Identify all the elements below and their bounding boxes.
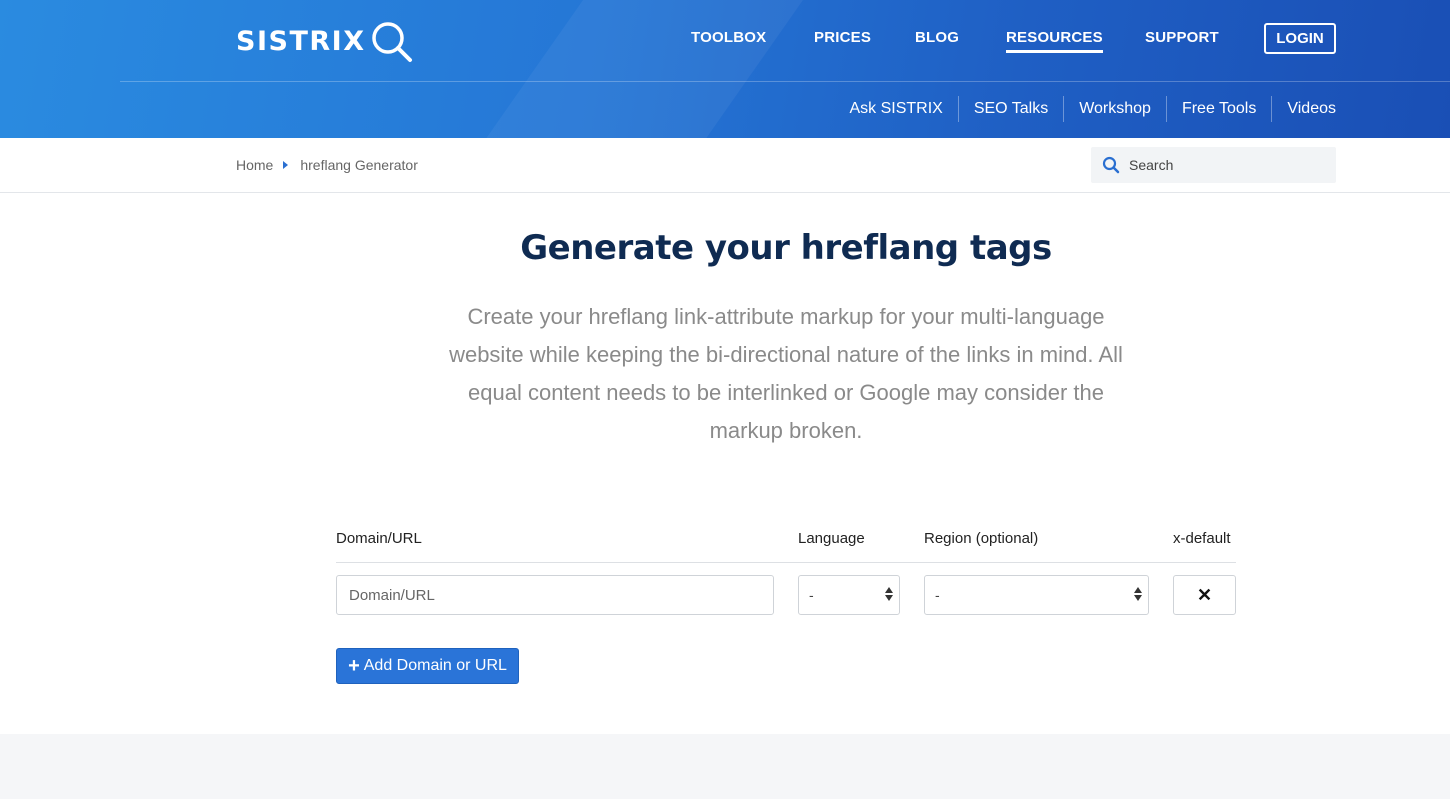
column-header-region: Region (optional) [924, 530, 1039, 547]
breadcrumb: Home hreflang Generator [236, 157, 418, 173]
breadcrumb-arrow-icon [283, 161, 289, 169]
nav-toolbox[interactable]: TOOLBOX [691, 29, 766, 46]
intro-text: Create your hreflang link-attribute mark… [449, 304, 1123, 443]
subnav-seo-talks[interactable]: SEO Talks [957, 96, 1063, 122]
column-header-xdefault: x-default [1173, 530, 1231, 547]
subnav-ask-sistrix[interactable]: Ask SISTRIX [834, 96, 957, 122]
language-select-value: - [809, 587, 814, 603]
subnav-workshop[interactable]: Workshop [1063, 96, 1166, 122]
region-select[interactable]: - [924, 575, 1149, 615]
domain-url-input[interactable] [336, 575, 774, 615]
select-arrows-icon [1134, 587, 1142, 601]
site-header: SISTRIX TOOLBOX PRICES BLOG RESOURCES SU… [0, 0, 1450, 138]
footer-band [0, 734, 1450, 799]
subnav-free-tools[interactable]: Free Tools [1165, 96, 1271, 122]
header-decoration [428, 0, 832, 138]
breadcrumb-current: hreflang Generator [300, 157, 418, 173]
sub-nav: Ask SISTRIX SEO Talks Workshop Free Tool… [834, 96, 1336, 122]
nav-blog[interactable]: BLOG [915, 29, 959, 46]
main-nav: TOOLBOX PRICES BLOG RESOURCES SUPPORT [0, 29, 1450, 59]
column-header-language: Language [798, 530, 865, 547]
select-arrows-icon [885, 587, 893, 601]
breadcrumb-home[interactable]: Home [236, 157, 273, 173]
language-select[interactable]: - [798, 575, 900, 615]
nav-resources[interactable]: RESOURCES [1006, 29, 1103, 53]
add-domain-label: Add Domain or URL [363, 657, 507, 674]
region-select-value: - [935, 587, 940, 603]
column-header-domain: Domain/URL [336, 530, 422, 547]
plus-icon: + [348, 655, 360, 677]
add-domain-button[interactable]: + Add Domain or URL [336, 648, 519, 684]
subnav-videos[interactable]: Videos [1271, 96, 1336, 122]
search-input[interactable] [1129, 157, 1319, 173]
xdefault-toggle-button[interactable]: ✕ [1173, 575, 1236, 615]
search-icon[interactable] [1102, 156, 1120, 174]
page-title: Generate your hreflang tags [520, 228, 1052, 268]
header-divider [120, 81, 1450, 82]
nav-support[interactable]: SUPPORT [1145, 29, 1219, 46]
header-divider-line [336, 562, 1236, 563]
close-icon: ✕ [1196, 584, 1213, 605]
search-box[interactable] [1091, 147, 1336, 183]
nav-prices[interactable]: PRICES [814, 29, 871, 46]
login-button[interactable]: LOGIN [1264, 23, 1336, 54]
breadcrumb-bar: Home hreflang Generator [0, 138, 1450, 193]
